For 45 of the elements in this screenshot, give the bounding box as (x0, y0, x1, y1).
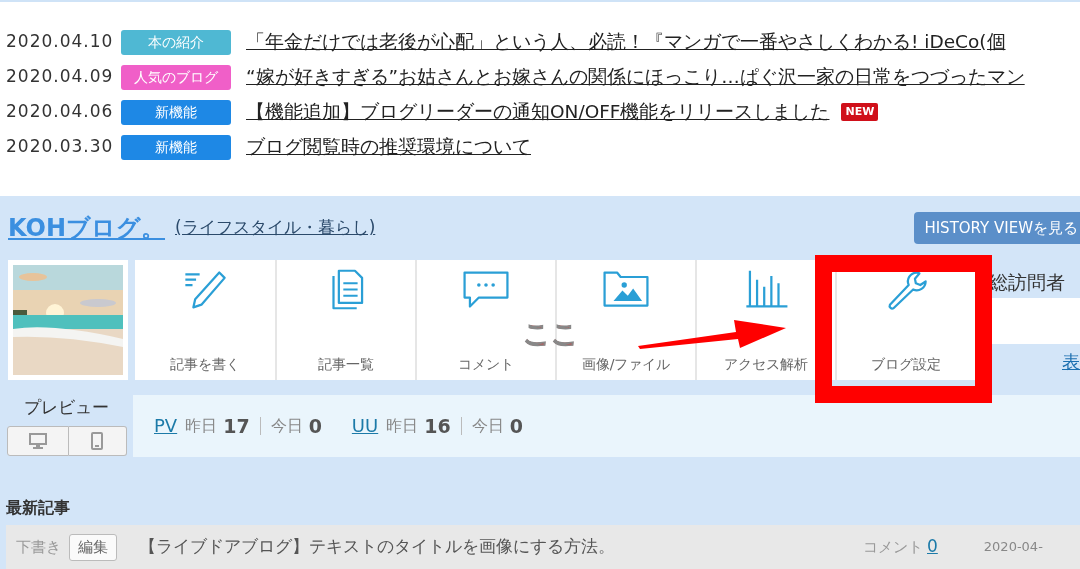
comment-label: コメント (863, 536, 923, 558)
news-date: 2020.04.10 (6, 30, 115, 54)
stat-label: 今日 (471, 414, 504, 437)
edit-button[interactable]: 編集 (69, 533, 117, 561)
toolbar-button[interactable]: 記事を書く (170, 266, 240, 373)
blog-category-link[interactable]: (ライフスタイル・暮らし) (175, 215, 376, 241)
category-badge: 新機能 (121, 99, 231, 125)
mobile-preview-button[interactable] (68, 426, 127, 457)
stat-link[interactable]: UU (351, 412, 379, 440)
news-date: 2020.04.09 (6, 65, 115, 89)
stat-link[interactable]: PV (154, 412, 178, 440)
annotation-text: ここ (523, 320, 579, 347)
monitor-icon (28, 432, 47, 451)
side-link[interactable]: 表 (1062, 347, 1080, 375)
category-badge: 本の紹介 (121, 29, 231, 55)
article-title[interactable]: 【ライブドアブログ】テキストのタイトルを画像にする方法。 (139, 534, 859, 560)
toolbar-button[interactable]: アクセス解析 (724, 266, 808, 373)
news-link[interactable]: ブログ閲覧時の推奨環境について (246, 133, 531, 161)
comment-count-link[interactable]: 0 (927, 534, 938, 560)
stat-value: 17 (223, 413, 250, 439)
news-link[interactable]: 【機能追加】ブログリーダーの通知ON/OFF機能をリリースしました (246, 98, 830, 126)
stat-value: 0 (509, 413, 523, 439)
stat-label: 昨日 (185, 414, 218, 437)
stat-value: 16 (424, 413, 451, 439)
preview-label: プレビュー (24, 395, 109, 419)
stat-label: 今日 (270, 414, 303, 437)
news-link[interactable]: 「年金だけでは老後が心配」という人、必読！『マンガで一番やさしくわかる! iDeCo(個 (246, 28, 1006, 56)
category-badge: 人気のブログ (121, 64, 231, 90)
section-heading: 最新記事 (6, 497, 70, 520)
phone-icon (91, 432, 103, 451)
news-date: 2020.03.30 (6, 135, 115, 159)
article-date: 2020-04- (983, 538, 1043, 557)
toolbar-button[interactable]: 画像/ファイル (581, 266, 671, 373)
desktop-preview-button[interactable] (6, 426, 69, 457)
toolbar-button[interactable]: ブログ設定 (871, 266, 941, 373)
toolbar-button[interactable]: 記事一覧 (318, 266, 374, 373)
category-badge: 新機能 (121, 134, 231, 160)
stat-label: 昨日 (386, 414, 419, 437)
history-view-button[interactable]: HISTORY VIEWを見る (914, 211, 1080, 244)
toolbar-button[interactable]: コメント (458, 266, 514, 373)
draft-status: 下書き (16, 536, 61, 558)
stat-value: 0 (308, 413, 322, 439)
new-badge: NEW (841, 103, 879, 121)
news-date: 2020.04.06 (6, 100, 115, 124)
news-link[interactable]: “嫁が好きすぎる”お姑さんとお嫁さんの関係にほっこり…ぱぐ沢一家の日常をつづったマン (246, 63, 1025, 91)
